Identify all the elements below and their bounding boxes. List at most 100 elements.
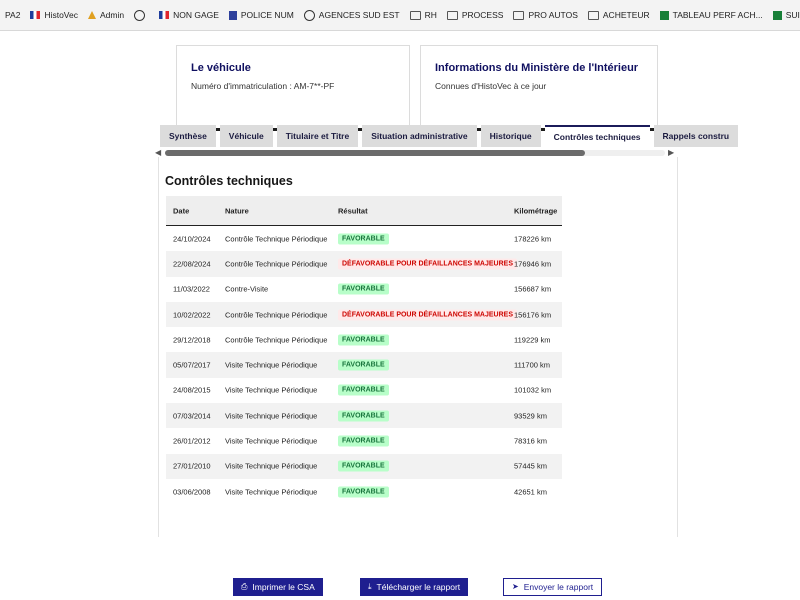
folder-icon — [513, 10, 525, 20]
sheet-icon — [772, 10, 782, 20]
table-row: 03/06/2008 Visite Technique Périodique FAV… — [166, 478, 562, 505]
table-row: 24/10/2024 Contrôle Technique Périodique F… — [166, 226, 562, 252]
download-icon: ⤓ — [368, 582, 372, 591]
table-row: 26/01/2012 Visite Technique Périodique FAV… — [166, 428, 562, 454]
globe-icon — [134, 9, 146, 21]
result-badge: FAVORABLE — [338, 283, 389, 295]
result-badge: FAVORABLE — [338, 410, 389, 422]
section-title: Contrôles techniques — [165, 174, 293, 188]
flag-icon — [30, 11, 41, 19]
cell-nature: Visite Technique Périodique — [225, 461, 318, 471]
cell-km: 178226 km — [514, 234, 552, 244]
table-header: Date Nature Résultat Kilométrage — [166, 196, 562, 226]
plate-number: Numéro d'immatriculation : AM-7**-PF — [191, 81, 335, 91]
bookmark-admin[interactable]: Admin — [83, 5, 129, 25]
table-row: 05/07/2017 Visite Technique Périodique FAV… — [166, 352, 562, 378]
cell-nature: Visite Technique Périodique — [225, 360, 318, 370]
cell-km: 156687 km — [514, 284, 552, 294]
tab-historique[interactable]: Historique — [480, 125, 541, 147]
cell-date: 24/08/2015 — [173, 385, 211, 395]
document-icon — [228, 10, 237, 20]
bookmark-police-num[interactable]: POLICE NUM — [224, 5, 299, 25]
cell-km: 93529 km — [514, 411, 547, 421]
result-badge: FAVORABLE — [338, 384, 389, 396]
cell-date: 07/03/2014 — [173, 411, 211, 421]
result-badge: FAVORABLE — [338, 460, 389, 472]
send-icon: ➤ — [512, 582, 519, 591]
result-badge: FAVORABLE — [338, 334, 389, 346]
bookmark-non-gage[interactable]: NON GAGE — [154, 5, 224, 25]
bookmark-acheteur[interactable]: ACHETEUR — [583, 5, 655, 25]
send-report-button[interactable]: ➤ Envoyer le rapport — [503, 578, 603, 596]
result-badge: FAVORABLE — [338, 486, 389, 498]
scroll-left-icon[interactable]: ◀ — [155, 148, 161, 157]
cell-nature: Visite Technique Périodique — [225, 487, 318, 497]
ministry-card: Informations du Ministère de l'Intérieur… — [420, 45, 658, 131]
table-row: 10/02/2022 Contrôle Technique Périodique D… — [166, 301, 562, 328]
vehicle-card-title: Le véhicule — [191, 62, 251, 74]
table-row: 22/08/2024 Contrôle Technique Périodique D… — [166, 251, 562, 277]
cell-km: 119229 km — [514, 335, 551, 345]
inspections-table: Date Nature Résultat Kilométrage 24/10/2… — [166, 196, 562, 505]
header-km: Kilométrage — [514, 206, 558, 215]
scroll-right-icon[interactable]: ▶ — [668, 148, 674, 157]
globe-icon — [303, 9, 315, 21]
bookmark-suivi-perf[interactable]: SUIVI PERF ACHETE... — [768, 5, 800, 25]
table-body: 24/10/2024 Contrôle Technique Périodique F… — [166, 226, 562, 505]
tab-bar: Synthèse Véhicule Titulaire et Titre Sit… — [160, 125, 739, 147]
cell-nature: Contre-Visite — [225, 284, 269, 294]
cell-km: 176946 km — [514, 259, 552, 269]
print-csa-button[interactable]: ⎙ Imprimer le CSA — [233, 578, 323, 596]
ministry-card-subtitle: Connues d'HistoVec à ce jour — [435, 81, 547, 91]
cell-nature: Visite Technique Périodique — [225, 436, 318, 446]
result-badge: DÉFAVORABLE POUR DÉFAILLANCES MAJEURES — [338, 258, 517, 270]
tab-vehicule[interactable]: Véhicule — [219, 125, 273, 147]
table-row: 24/08/2015 Visite Technique Périodique FAV… — [166, 377, 562, 404]
print-icon: ⎙ — [241, 582, 248, 591]
bookmark-tableau-perf[interactable]: TABLEAU PERF ACH... — [655, 5, 768, 25]
cell-nature: Contrôle Technique Périodique — [225, 259, 328, 269]
folder-icon — [409, 10, 421, 20]
tab-synthese[interactable]: Synthèse — [160, 125, 216, 147]
header-date: Date — [173, 206, 190, 215]
cell-date: 10/02/2022 — [173, 310, 211, 320]
tab-scrollbar-thumb[interactable] — [165, 150, 585, 156]
cell-km: 57445 km — [514, 461, 547, 471]
cell-nature: Visite Technique Périodique — [225, 411, 318, 421]
bookmark-rh[interactable]: RH — [405, 5, 442, 25]
cell-km: 111700 km — [514, 360, 550, 370]
folder-icon — [446, 10, 458, 20]
header-nature: Nature — [225, 206, 249, 215]
table-row: 27/01/2010 Visite Technique Périodique FAV… — [166, 453, 562, 479]
tab-titulaire[interactable]: Titulaire et Titre — [276, 125, 359, 147]
cell-date: 22/08/2024 — [173, 259, 211, 269]
cell-km: 78316 km — [514, 436, 547, 446]
sheet-icon — [659, 10, 669, 20]
header-result: Résultat — [338, 206, 368, 215]
result-badge: FAVORABLE — [338, 233, 389, 245]
bookmarks-bar: PA2 HistoVec Admin NON GAGE POLICE NUM A… — [0, 0, 800, 31]
tab-rappels-constructeur[interactable]: Rappels constru — [653, 125, 739, 147]
tab-controles-techniques[interactable]: Contrôles techniques — [544, 125, 650, 147]
download-report-button[interactable]: ⤓ Télécharger le rapport — [360, 578, 469, 596]
bookmark-process[interactable]: PROCESS — [442, 5, 509, 25]
bookmark-pro-autos[interactable]: PRO AUTOS — [508, 5, 582, 25]
cell-date: 24/10/2024 — [173, 234, 211, 244]
result-badge: FAVORABLE — [338, 359, 389, 371]
vehicle-card: Le véhicule Numéro d'immatriculation : A… — [176, 45, 410, 131]
cell-date: 26/01/2012 — [173, 436, 211, 446]
table-row: 11/03/2022 Contre-Visite FAVORABLE 156687 k… — [166, 276, 562, 302]
bookmark-pa2[interactable]: PA2 — [0, 5, 25, 25]
bookmark-agences[interactable]: AGENCES SUD EST — [299, 5, 405, 25]
bookmark-histovec[interactable]: HistoVec — [25, 5, 83, 25]
ministry-card-title: Informations du Ministère de l'Intérieur — [435, 62, 639, 74]
cell-km: 156176 km — [514, 310, 552, 320]
cell-km: 42651 km — [514, 487, 547, 497]
tab-situation-administrative[interactable]: Situation administrative — [362, 125, 477, 147]
cell-date: 27/01/2010 — [173, 461, 211, 471]
cell-date: 03/06/2008 — [173, 487, 211, 497]
bookmark-globe[interactable] — [129, 5, 154, 25]
result-badge: FAVORABLE — [338, 435, 389, 447]
cell-date: 05/07/2017 — [173, 360, 211, 370]
cell-nature: Contrôle Technique Périodique — [225, 335, 328, 345]
